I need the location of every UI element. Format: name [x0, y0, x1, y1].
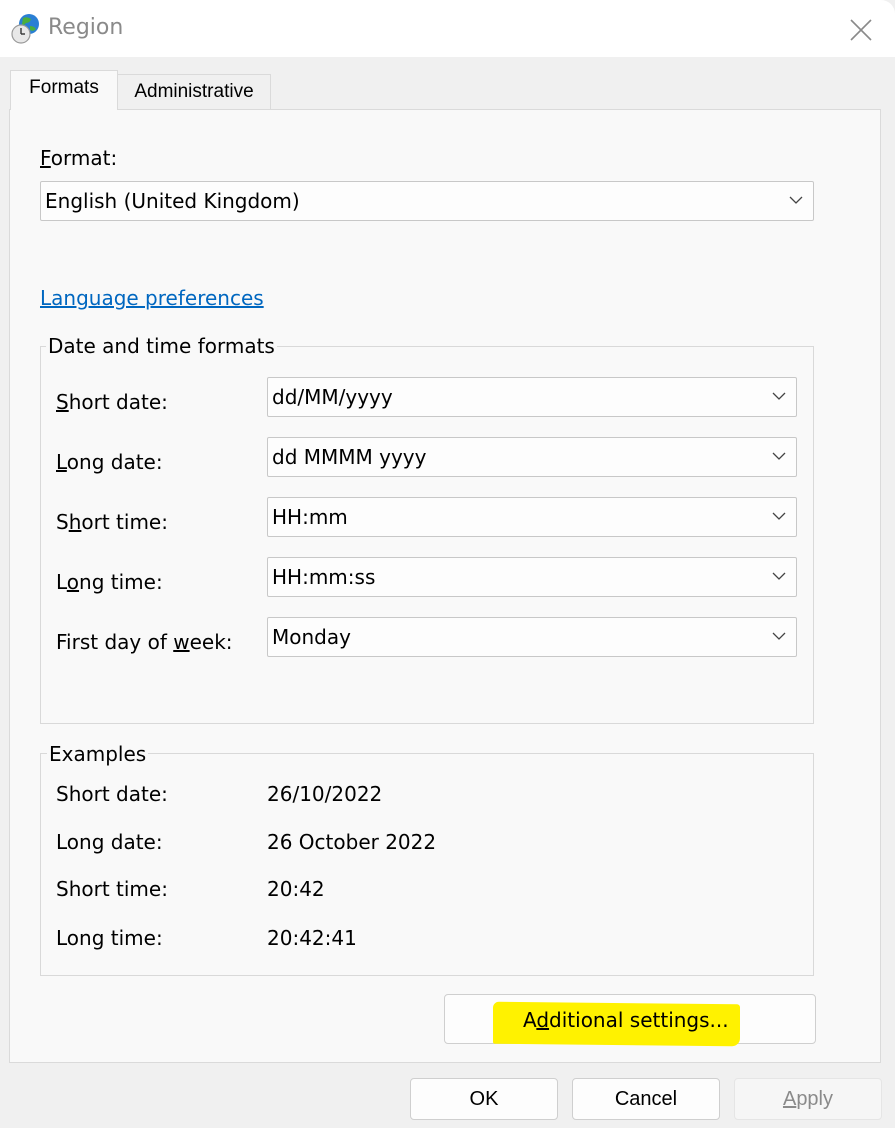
tab-formats[interactable]: Formats	[10, 70, 118, 110]
globe-clock-icon	[11, 14, 39, 44]
example-long-time-label: Long time:	[56, 926, 163, 950]
format-label: Format:	[40, 146, 118, 170]
example-short-date-value: 26/10/2022	[267, 782, 383, 806]
tab-administrative-label: Administrative	[134, 81, 254, 102]
first-day-of-week-label: First day of week:	[56, 630, 233, 654]
chevron-down-icon	[772, 512, 786, 520]
short-time-value: HH:mm	[272, 505, 348, 529]
format-value: English (United Kingdom)	[45, 189, 300, 213]
example-long-time-value: 20:42:41	[267, 926, 357, 950]
apply-button[interactable]: Apply	[734, 1078, 882, 1120]
close-icon[interactable]	[845, 14, 877, 46]
ok-button[interactable]: OK	[410, 1078, 558, 1120]
long-time-label: Long time:	[56, 570, 163, 594]
tab-formats-label: Formats	[29, 77, 99, 98]
short-time-label: Short time:	[56, 510, 168, 534]
first-day-of-week-value: Monday	[272, 625, 351, 649]
chevron-down-icon	[789, 196, 803, 204]
examples-title: Examples	[47, 742, 149, 766]
long-date-value: dd MMMM yyyy	[272, 445, 427, 469]
long-date-label: Long date:	[56, 450, 163, 474]
short-time-dropdown[interactable]: HH:mm	[267, 497, 797, 537]
first-day-of-week-dropdown[interactable]: Monday	[267, 617, 797, 657]
chevron-down-icon	[772, 572, 786, 580]
example-long-date-value: 26 October 2022	[267, 830, 437, 854]
chevron-down-icon	[772, 452, 786, 460]
window-title: Region	[48, 15, 124, 40]
chevron-down-icon	[772, 392, 786, 400]
apply-label: pply	[796, 1088, 834, 1110]
additional-settings-label: Additional settings...	[523, 1008, 729, 1032]
long-time-value: HH:mm:ss	[272, 565, 376, 589]
example-short-time-value: 20:42	[267, 877, 325, 901]
language-preferences-link[interactable]: Language preferences	[40, 286, 264, 310]
example-long-date-label: Long date:	[56, 830, 163, 854]
example-short-time-label: Short time:	[56, 877, 168, 901]
title-bar: Region	[0, 0, 895, 57]
long-date-dropdown[interactable]: dd MMMM yyyy	[267, 437, 797, 477]
apply-accel: A	[782, 1088, 797, 1110]
short-date-label: Short date:	[56, 390, 168, 414]
example-short-date-label: Short date:	[56, 782, 168, 806]
short-date-dropdown[interactable]: dd/MM/yyyy	[267, 377, 797, 417]
tab-administrative[interactable]: Administrative	[117, 74, 271, 110]
cancel-button[interactable]: Cancel	[572, 1078, 720, 1120]
short-date-value: dd/MM/yyyy	[272, 385, 393, 409]
long-time-dropdown[interactable]: HH:mm:ss	[267, 557, 797, 597]
chevron-down-icon	[772, 632, 786, 640]
format-dropdown[interactable]: English (United Kingdom)	[40, 181, 814, 221]
date-time-formats-title: Date and time formats	[46, 334, 277, 358]
